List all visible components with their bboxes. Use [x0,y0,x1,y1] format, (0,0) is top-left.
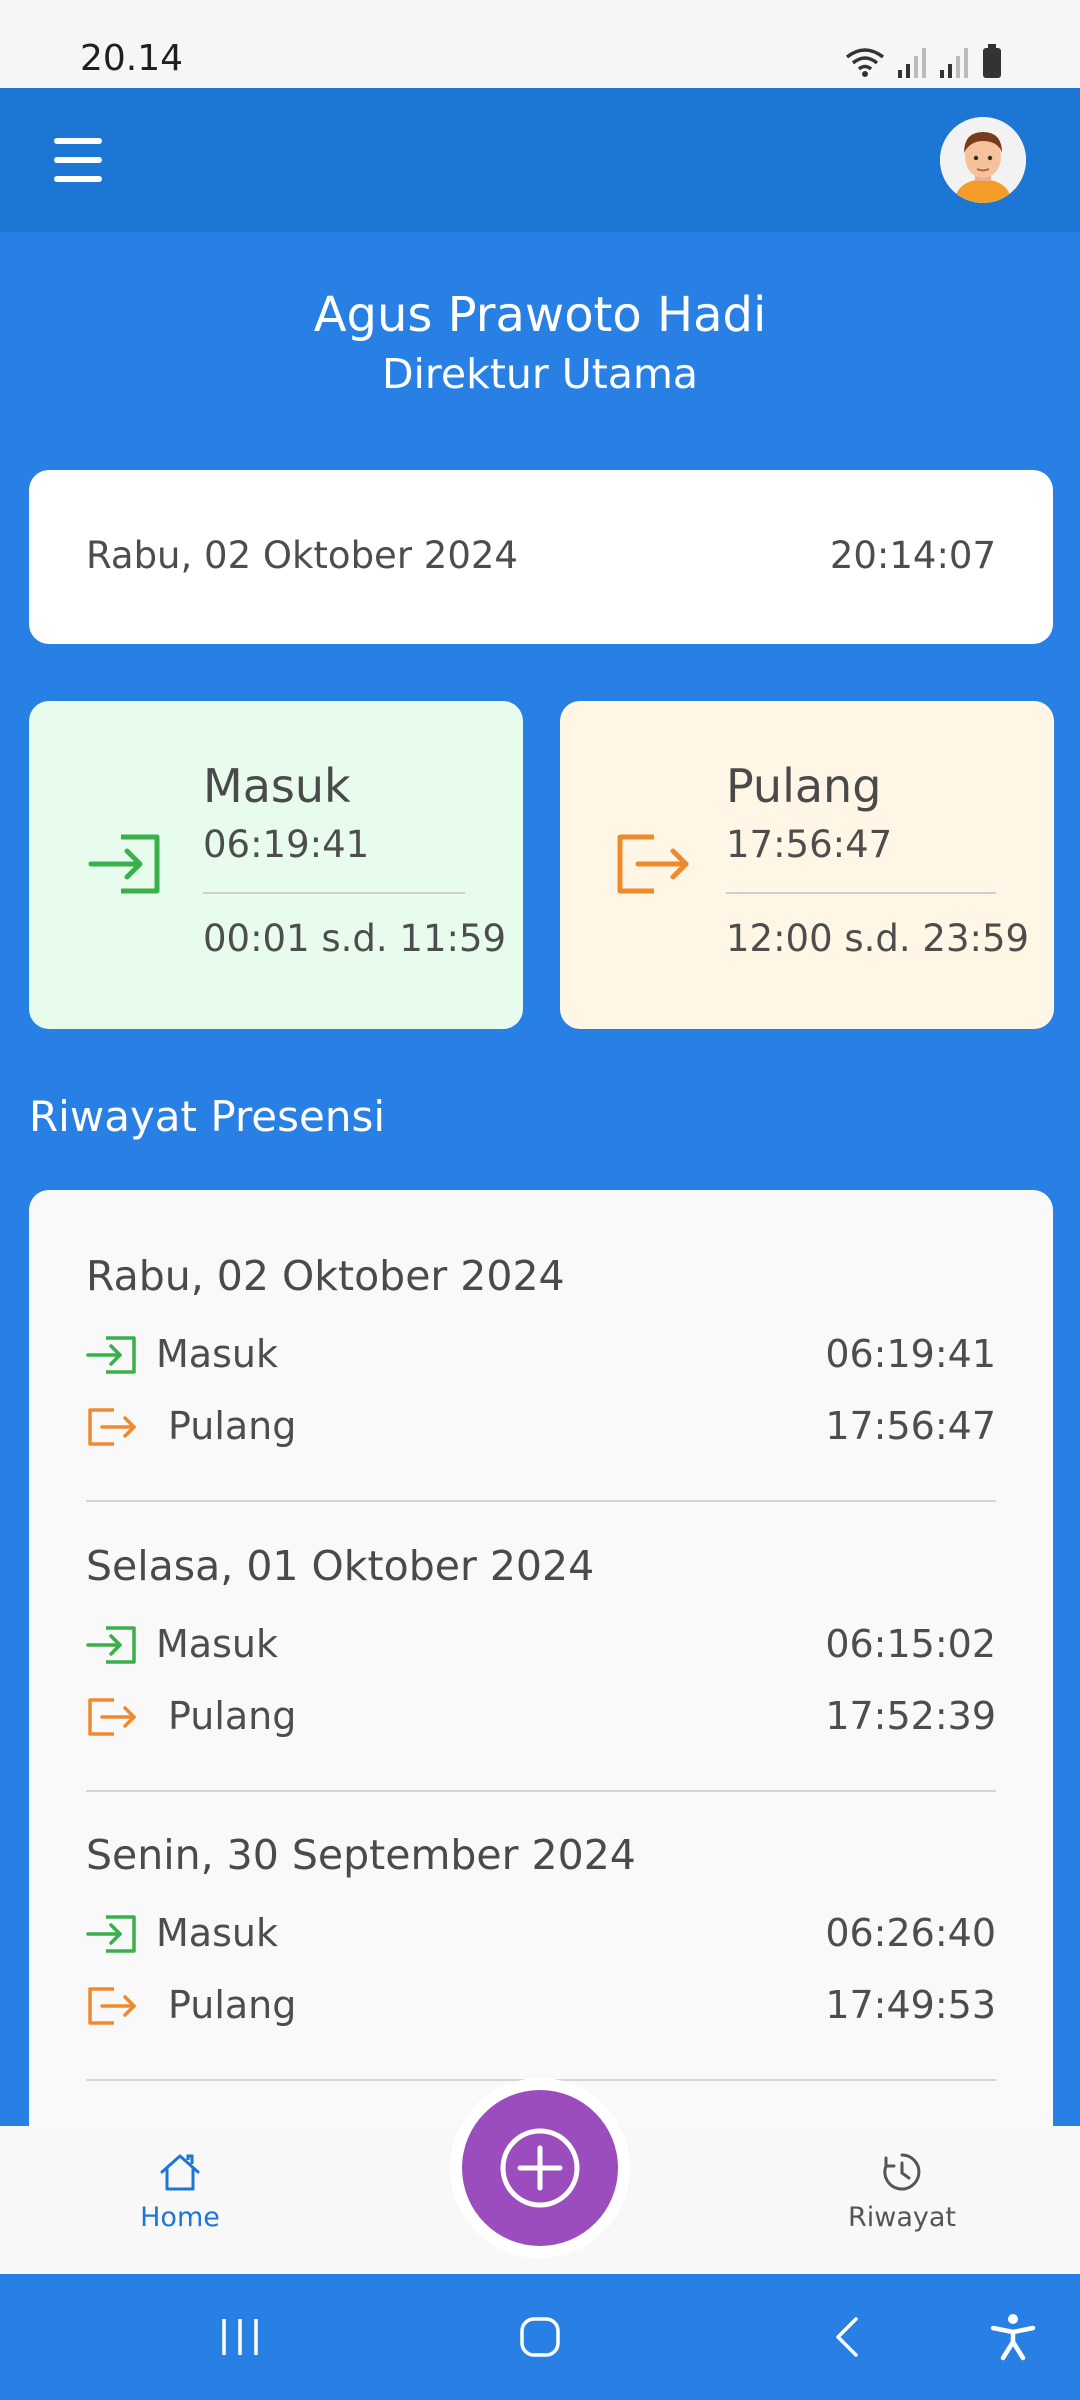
history-check-in-row: Masuk 06:15:02 [86,1620,996,1670]
check-out-card[interactable]: Pulang 17:56:47 12:00 s.d. 23:59 [560,701,1054,1029]
history-section-title: Riwayat Presensi [29,1092,386,1141]
logout-icon [617,834,689,894]
history-check-out-label: Pulang [168,1694,297,1738]
battery-icon [983,44,1001,78]
signal-1-icon [898,48,926,78]
history-check-in-time: 06:15:02 [825,1622,996,1666]
logout-icon [88,1408,136,1446]
divider [726,892,996,894]
login-icon [86,1915,136,1953]
hamburger-menu-icon[interactable] [48,134,108,186]
check-out-title: Pulang [726,759,882,813]
history-date: Rabu, 02 Oktober 2024 [86,1252,565,1300]
logout-icon [88,1698,136,1736]
history-item[interactable]: Rabu, 02 Oktober 2024 Masuk 06:19:41 Pul… [86,1252,996,1542]
divider [203,892,465,894]
history-check-out-label: Pulang [168,1404,297,1448]
user-name: Agus Prawoto Hadi [313,287,767,343]
recent-apps-icon[interactable] [218,2312,262,2362]
history-check-out-time: 17:49:53 [825,1983,996,2027]
plus-circle-icon [500,2128,580,2208]
home-system-icon[interactable] [518,2312,562,2362]
history-clock-icon [883,2153,921,2191]
history-check-out-row: Pulang 17:56:47 [86,1402,996,1452]
current-time: 20:14:07 [829,534,996,577]
history-check-in-label: Masuk [156,1911,278,1955]
nav-history[interactable]: Riwayat [812,2152,992,2252]
check-in-time: 06:19:41 [203,823,370,866]
history-check-out-time: 17:56:47 [825,1404,996,1448]
status-time: 20.14 [80,38,184,79]
history-item[interactable]: Selasa, 01 Oktober 2024 Masuk 06:15:02 P… [86,1542,996,1832]
status-icons [844,42,1002,78]
login-icon [88,834,160,894]
history-date: Senin, 30 September 2024 [86,1831,636,1879]
check-in-title: Masuk [203,759,351,813]
status-bar: 20.14 [0,0,1080,88]
login-icon [86,1626,136,1664]
history-check-in-time: 06:26:40 [825,1911,996,1955]
history-check-out-label: Pulang [168,1983,297,2027]
history-check-out-time: 17:52:39 [825,1694,996,1738]
back-icon[interactable] [826,2312,870,2362]
system-nav-bar [0,2274,1080,2400]
nav-history-label: Riwayat [848,2202,956,2233]
nav-home-label: Home [140,2202,220,2233]
wifi-icon [845,48,885,77]
home-icon [160,2154,200,2191]
avatar[interactable] [940,117,1026,203]
history-check-out-row: Pulang 17:52:39 [86,1692,996,1742]
history-check-in-label: Masuk [156,1332,278,1376]
history-check-in-time: 06:19:41 [825,1332,996,1376]
login-icon [86,1336,136,1374]
nav-home[interactable]: Home [90,2152,270,2252]
app-bar [0,88,1080,232]
history-check-in-label: Masuk [156,1622,278,1666]
check-out-time: 17:56:47 [726,823,893,866]
divider [86,1790,996,1792]
history-check-in-row: Masuk 06:26:40 [86,1909,996,1959]
avatar-icon [940,117,1026,203]
check-out-range: 12:00 s.d. 23:59 [726,917,1030,960]
check-in-range: 00:01 s.d. 11:59 [203,917,507,960]
signal-2-icon [940,48,968,78]
current-date: Rabu, 02 Oktober 2024 [86,534,518,577]
history-check-out-row: Pulang 17:49:53 [86,1981,996,2031]
history-date: Selasa, 01 Oktober 2024 [86,1542,595,1590]
date-card: Rabu, 02 Oktober 2024 20:14:07 [29,470,1053,644]
accessibility-icon[interactable] [988,2312,1038,2362]
history-check-in-row: Masuk 06:19:41 [86,1330,996,1380]
check-in-card[interactable]: Masuk 06:19:41 00:01 s.d. 11:59 [29,701,523,1029]
user-role: Direktur Utama [381,350,699,398]
divider [86,1500,996,1502]
add-attendance-button[interactable] [462,2090,618,2246]
logout-icon [88,1987,136,2025]
